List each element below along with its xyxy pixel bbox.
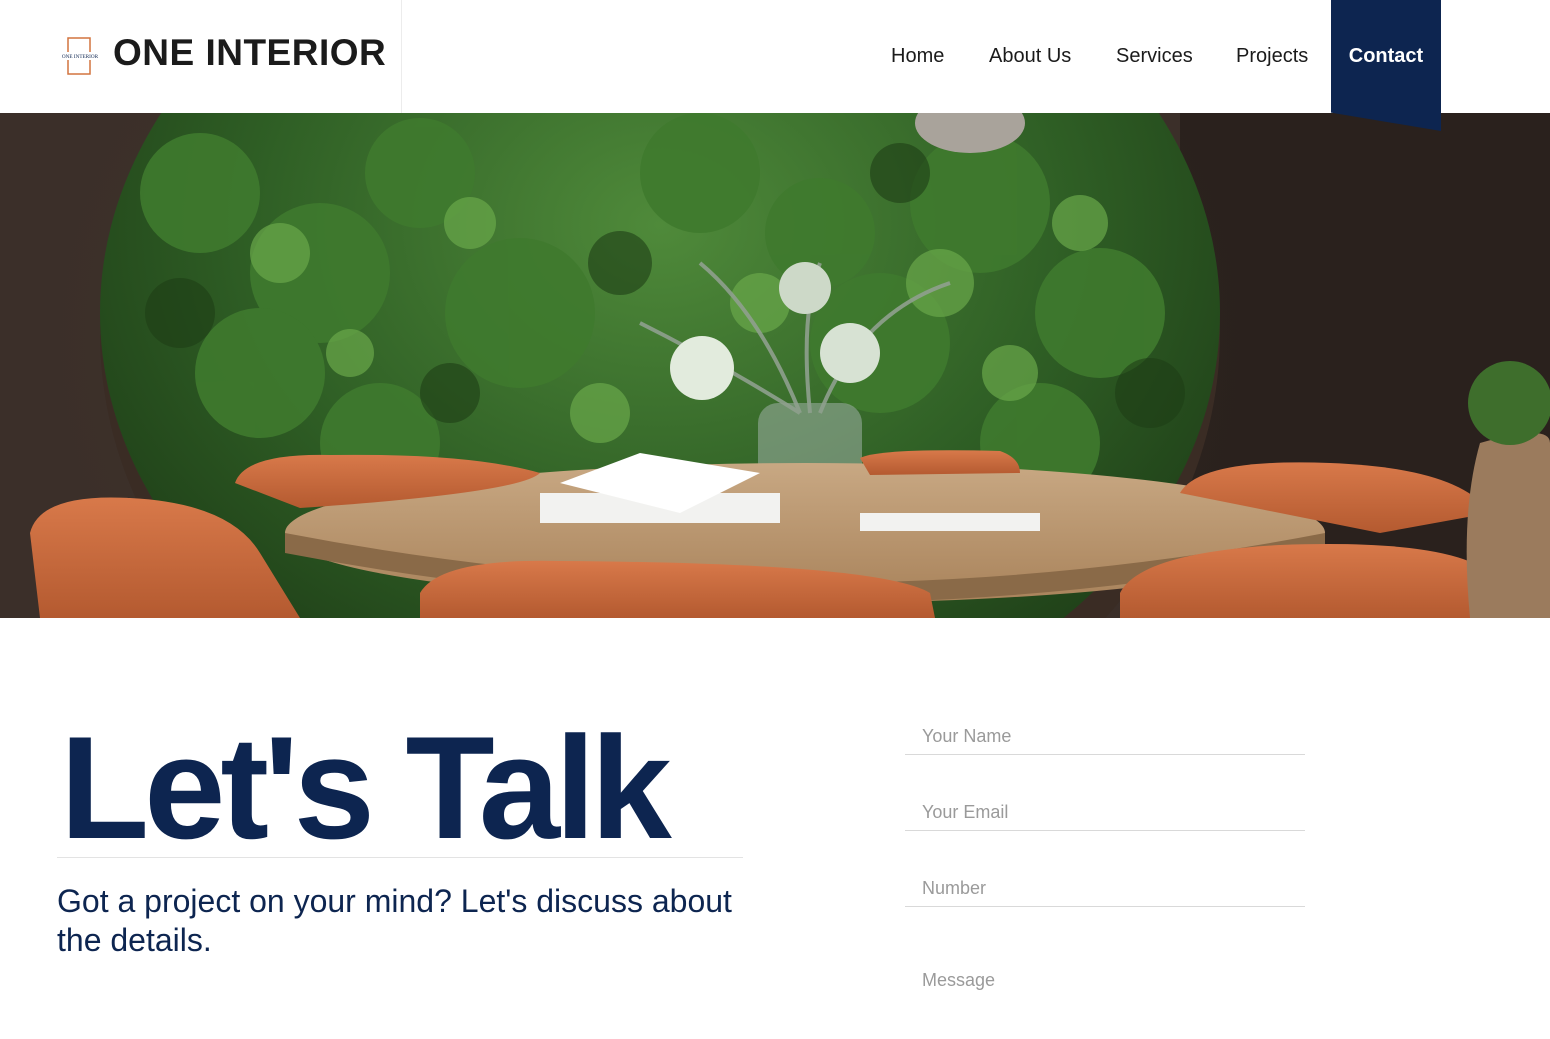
nav-services[interactable]: Services: [1116, 41, 1193, 71]
site-header: ONE INTERIOR ONE INTERIOR Home About Us …: [0, 0, 1550, 131]
message-field[interactable]: [905, 962, 1305, 1039]
nav-projects[interactable]: Projects: [1236, 41, 1308, 71]
contact-subtext: Got a project on your mind? Let's discus…: [57, 883, 732, 958]
nav-contact-button[interactable]: Contact: [1331, 0, 1441, 131]
brand-name[interactable]: ONE INTERIOR: [113, 30, 386, 76]
logo-text: ONE INTERIOR: [62, 54, 99, 60]
email-field[interactable]: [905, 794, 1305, 831]
headline: Let's Talk: [60, 706, 672, 869]
brand[interactable]: ONE INTERIOR ONE INTERIOR: [0, 0, 402, 113]
divider: [57, 857, 743, 858]
hero-image: [0, 113, 1550, 618]
logo-icon: ONE INTERIOR: [57, 37, 103, 75]
nav-about-us[interactable]: About Us: [989, 41, 1071, 71]
nav-contact-label: Contact: [1348, 45, 1424, 67]
number-field[interactable]: [905, 870, 1305, 907]
name-field[interactable]: [905, 718, 1305, 755]
hero-illustration: [0, 113, 1550, 618]
nav-home[interactable]: Home: [891, 41, 944, 71]
